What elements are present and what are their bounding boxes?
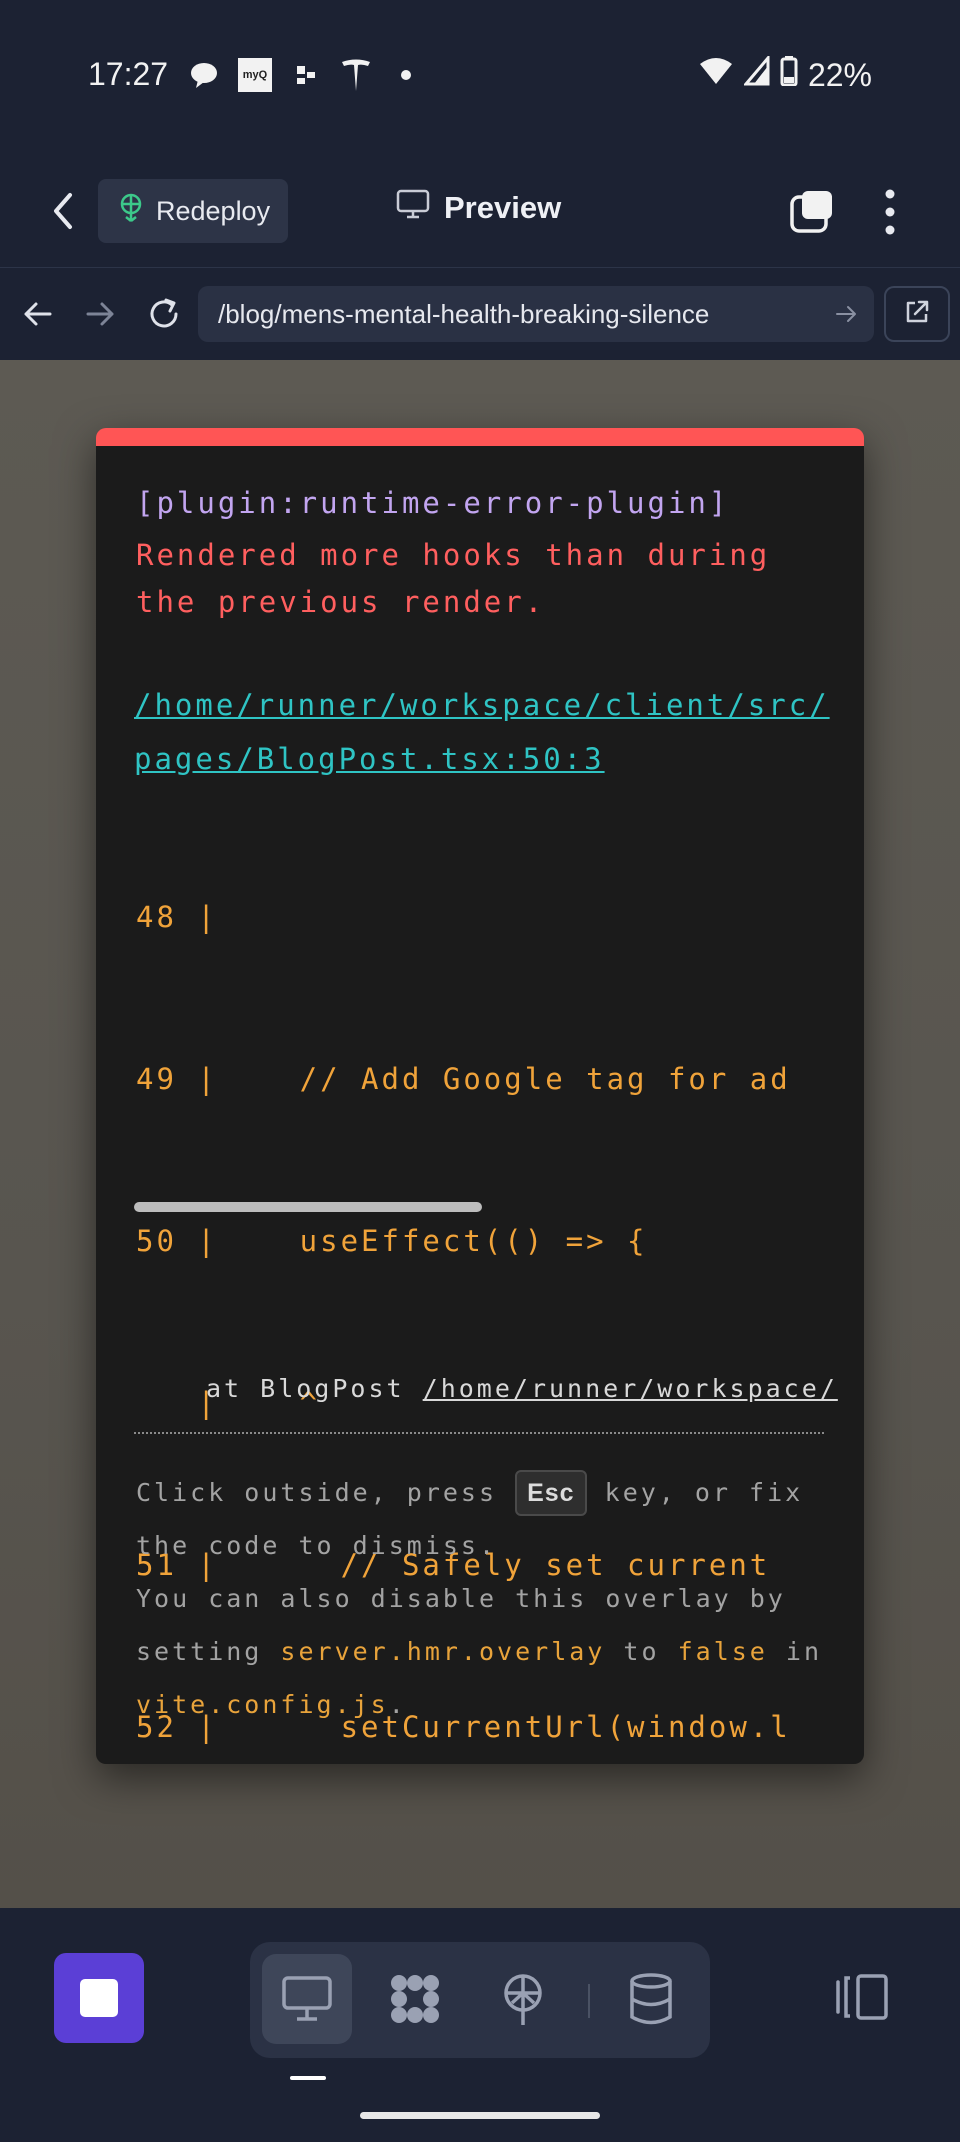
url-bar: /blog/mens-mental-health-breaking-silenc… [0, 268, 960, 362]
preview-monitor-icon[interactable] [262, 1954, 352, 2044]
error-file-link[interactable]: /home/runner/workspace/client/src/pages/… [134, 678, 834, 786]
code-line: 48 | [136, 900, 218, 934]
home-indicator[interactable] [360, 2112, 600, 2119]
active-tool-indicator [290, 2076, 326, 2080]
url-input[interactable]: /blog/mens-mental-health-breaking-silenc… [198, 286, 874, 342]
status-right: 22% [698, 53, 872, 94]
config-key: server.hmr.overlay [280, 1637, 606, 1666]
preview-area[interactable]: [plugin:runtime-error-plugin] Rendered m… [0, 360, 960, 1908]
reload-icon[interactable] [144, 294, 184, 334]
myq-icon: myQ [238, 58, 272, 92]
dots-icon [290, 59, 322, 91]
error-plugin: [plugin:runtime-error-plugin] [136, 486, 730, 520]
go-arrow-icon[interactable] [834, 302, 858, 326]
bottom-toolbar [0, 1908, 960, 2142]
signal-icon [742, 53, 770, 94]
nav-forward-button[interactable] [82, 296, 118, 332]
tool-group [250, 1942, 710, 2058]
deploy-icon[interactable] [478, 1954, 568, 2044]
battery-percent: 22% [807, 56, 872, 93]
app-header: Redeploy Preview [0, 155, 960, 269]
divider [134, 1432, 824, 1434]
tesla-icon [340, 59, 372, 91]
database-icon[interactable] [606, 1954, 696, 2044]
deploy-icon [118, 193, 144, 230]
dot-icon [390, 59, 422, 91]
title-label: Preview [444, 190, 562, 225]
code-line: 49 | // Add Google tag for ad [136, 1062, 791, 1096]
redeploy-button[interactable]: Redeploy [98, 179, 288, 243]
stack-trace: at BlogPost /home/runner/workspace/ [206, 1374, 838, 1403]
status-bar: 17:27 myQ 22% [0, 0, 960, 155]
external-link-icon [903, 298, 931, 331]
stack-prefix: at BlogPost [206, 1374, 405, 1403]
tip-text: to [623, 1637, 660, 1666]
wifi-icon [698, 56, 734, 94]
redeploy-label: Redeploy [156, 195, 271, 226]
tool-separator [588, 1984, 590, 2018]
esc-key: Esc [515, 1470, 587, 1516]
config-file: vite.config.js [136, 1690, 389, 1719]
back-button[interactable] [44, 189, 84, 233]
page-title: Preview [396, 189, 561, 227]
url-text: /blog/mens-mental-health-breaking-silenc… [218, 298, 710, 329]
false-value: false [677, 1637, 768, 1666]
horizontal-scrollbar[interactable] [134, 1202, 482, 1212]
nav-back-button[interactable] [20, 296, 56, 332]
stop-button[interactable] [54, 1953, 144, 2043]
error-message: Rendered more hooks than during the prev… [136, 538, 771, 619]
tip-text: . [388, 1690, 407, 1719]
chat-bubble-icon [188, 59, 220, 91]
battery-icon [780, 56, 798, 94]
error-overlay[interactable]: [plugin:runtime-error-plugin] Rendered m… [96, 428, 864, 1764]
code-line: 50 | useEffect(() => { [136, 1224, 648, 1258]
monitor-icon [396, 189, 430, 227]
tabs-button[interactable] [788, 189, 834, 235]
tip-text: in [785, 1637, 823, 1666]
stack-link[interactable]: /home/runner/workspace/ [423, 1374, 838, 1403]
myq-label: myQ [242, 69, 268, 81]
open-external-button[interactable] [884, 286, 950, 342]
workflow-icon[interactable] [370, 1954, 460, 2044]
notification-icons: myQ [188, 58, 422, 92]
status-time: 17:27 [88, 56, 169, 92]
tip-text: Click outside, press [136, 1478, 498, 1507]
stop-icon [80, 1979, 118, 2017]
dismiss-tip: Click outside, press Esc key, or fix the… [136, 1466, 826, 1731]
panel-toggle-icon[interactable] [832, 1972, 890, 2022]
more-options-icon[interactable] [876, 187, 904, 237]
